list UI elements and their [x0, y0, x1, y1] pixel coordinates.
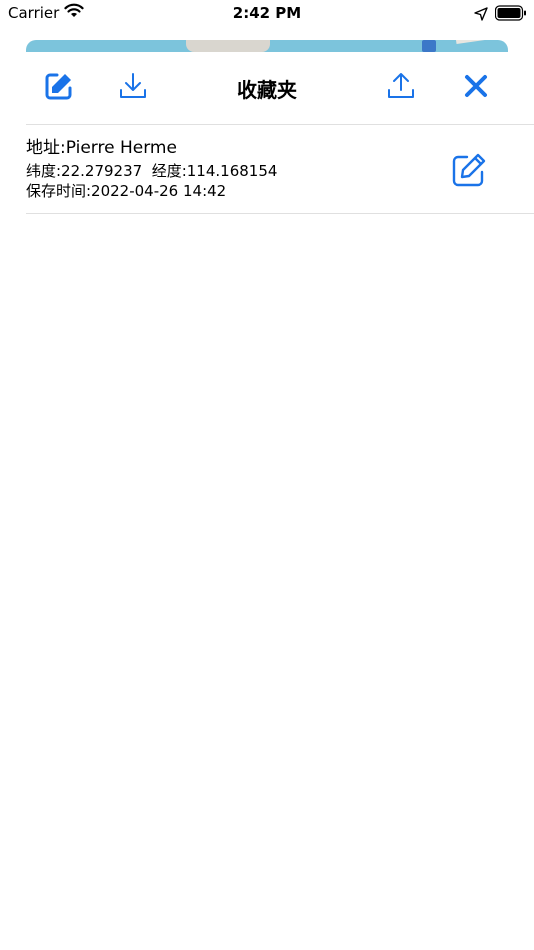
edit-item-button[interactable] [450, 151, 488, 189]
clock: 2:42 PM [232, 4, 302, 22]
upload-icon [388, 73, 414, 98]
map-preview [26, 40, 508, 52]
toolbar: 收藏夹 [0, 52, 534, 124]
map-road [186, 40, 270, 52]
map-road [456, 40, 508, 44]
close-button[interactable] [460, 70, 492, 102]
address-text: 地址:Pierre Herme [26, 138, 177, 158]
close-icon [465, 75, 487, 97]
favorites-sheet: 收藏夹 地址:Pierre Herme 纬度:22.279237 经度:114.… [0, 52, 534, 950]
saved-time-text: 保存时间:2022-04-26 14:42 [26, 182, 227, 200]
export-button[interactable] [385, 70, 417, 102]
page-title: 收藏夹 [237, 78, 297, 102]
list-item[interactable]: 地址:Pierre Herme 纬度:22.279237 经度:114.1681… [0, 125, 534, 213]
coordinates-text: 纬度:22.279237 经度:114.168154 [26, 162, 278, 180]
status-bar: Carrier 2:42 PM [0, 0, 534, 28]
battery-icon [494, 5, 527, 25]
location-arrow-icon [474, 6, 488, 25]
divider [26, 213, 534, 214]
map-marker-icon [422, 40, 436, 52]
edit-icon [452, 153, 486, 187]
